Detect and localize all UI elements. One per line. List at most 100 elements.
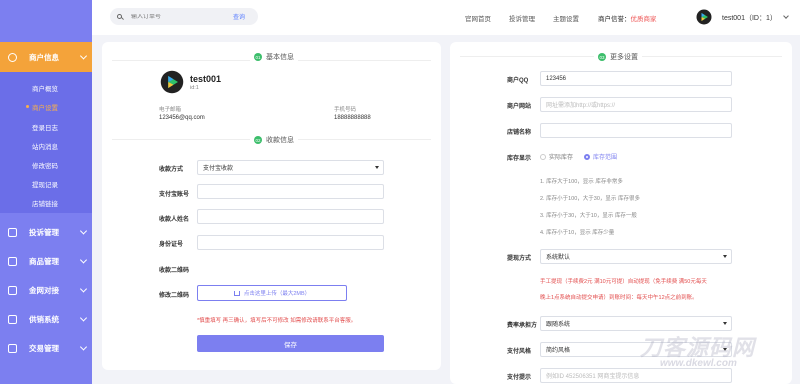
pay-style-value: 简约风格 <box>546 348 571 354</box>
section-title-payment: 02 收款信息 <box>250 135 298 145</box>
merchant-id: id:1 <box>190 85 199 91</box>
phone-label: 手机号码 <box>334 107 357 113</box>
merchant-name: test001 <box>190 74 222 84</box>
stock-rule-4: 4. 库存小于10，显示 库存少量 <box>540 230 615 236</box>
sidebar-section-merchant-info[interactable]: 商户信息 <box>0 42 92 72</box>
sidebar-item-login-log[interactable]: 登录日志 <box>32 122 58 132</box>
save-button[interactable]: 保存 <box>197 335 384 352</box>
modify-qr-label: 修改二维码 <box>159 293 190 299</box>
withdraw-label: 提现方式 <box>507 256 532 262</box>
sidebar: 商户信息 商户概览 商户设置 登录日志 站内消息 修改密码 提现记录 店铺链接 … <box>0 0 92 384</box>
caret-down-icon <box>723 322 727 325</box>
qq-label: 商户QQ <box>507 78 529 84</box>
nav-home[interactable]: 官网首页 <box>465 13 491 23</box>
order-search-input[interactable] <box>131 13 227 20</box>
sidebar-section-products[interactable]: 商品管理 <box>0 247 92 275</box>
network-icon <box>8 285 17 295</box>
withdraw-value: 系统默认 <box>546 255 571 261</box>
box-icon <box>8 256 17 266</box>
fee-bearer-select[interactable]: 跟随系统 <box>540 316 732 331</box>
sidebar-section-label: 交易管理 <box>29 343 59 353</box>
reputation-label: 商户信誉： <box>598 16 631 23</box>
pay-tip-placeholder: 例如ID 452506351 网商宝提示信息 <box>546 374 640 380</box>
shop-name-input[interactable] <box>540 123 732 138</box>
chevron-down-icon <box>79 285 88 293</box>
user-circle-icon <box>8 52 17 62</box>
section-title-more: 03 更多设置 <box>594 52 642 62</box>
payee-name-label: 收款人姓名 <box>159 217 190 223</box>
order-search: 查询 <box>110 8 258 25</box>
sidebar-section-distribution[interactable]: 供销系统 <box>0 305 92 333</box>
avatar[interactable] <box>696 9 712 25</box>
sidebar-section-label: 投诉管理 <box>29 227 59 237</box>
site-input[interactable]: 网址需添加http://或https:// <box>540 97 732 112</box>
sidebar-item-overview[interactable]: 商户概览 <box>32 83 58 93</box>
pay-tip-label: 支付提示 <box>507 375 532 381</box>
stock-rule-2: 2. 库存小于100，大于30，显示 库存很多 <box>540 196 640 202</box>
radio-label: 实际库存 <box>549 155 574 161</box>
chevron-up-icon <box>79 52 88 60</box>
payment-method-value: 支付宝收款 <box>203 166 234 172</box>
withdraw-select[interactable]: 系统默认 <box>540 249 732 264</box>
nav-complaints[interactable]: 投诉管理 <box>509 13 535 23</box>
sidebar-item-shop-link[interactable]: 店铺链接 <box>32 198 58 208</box>
idcard-input[interactable] <box>197 235 384 250</box>
sidebar-item-settings[interactable]: 商户设置 <box>32 102 58 112</box>
qq-value: 123456 <box>546 75 567 82</box>
merchant-reputation: 商户信誉：优质商家 <box>598 13 657 23</box>
receipt-icon <box>8 343 17 353</box>
pay-style-label: 支付风格 <box>507 349 532 355</box>
upload-text: 点击这里上传（最大2MB） <box>243 291 311 297</box>
search-button[interactable]: 查询 <box>233 12 245 21</box>
section-title-basic: 01 基本信息 <box>250 52 298 62</box>
stock-rule-3: 3. 库存小于30，大于10，显示 库存一般 <box>540 213 637 219</box>
section-title-text: 更多设置 <box>610 54 638 61</box>
payment-warning: *慎重填写 再三确认，填写后不可修改 如需修改请联系平台客服。 <box>197 318 357 324</box>
section-number: 02 <box>254 136 262 144</box>
sidebar-section-label: 金网对接 <box>29 285 59 295</box>
fee-bearer-label: 费率承担方 <box>507 323 538 329</box>
qr-label: 收款二维码 <box>159 268 190 274</box>
sitemap-icon <box>8 314 17 324</box>
reputation-value: 优质商家 <box>630 16 657 23</box>
pay-tip-input[interactable]: 例如ID 452506351 网商宝提示信息 <box>540 368 732 383</box>
chevron-down-icon <box>79 227 88 235</box>
qq-input[interactable]: 123456 <box>540 71 732 86</box>
withdraw-note-1: 手工提现（手续费2元 满10元可提）自动提现（免手续费 满50元每天 <box>540 279 707 285</box>
search-icon <box>117 14 122 19</box>
stock-radio-range[interactable]: 库存范围 <box>584 152 617 161</box>
payment-method-select[interactable]: 支付宝收款 <box>197 160 384 175</box>
sidebar-submenu: 商户概览 商户设置 登录日志 站内消息 修改密码 提现记录 店铺链接 <box>0 72 92 213</box>
qr-upload-button[interactable]: 点击这里上传（最大2MB） <box>197 285 347 301</box>
alipay-account-input[interactable] <box>197 184 384 199</box>
email-label: 电子邮箱 <box>159 107 182 113</box>
radio-circle <box>584 153 590 160</box>
upload-icon <box>233 290 240 296</box>
fee-bearer-value: 跟随系统 <box>546 322 571 328</box>
stock-display-label: 库存显示 <box>507 156 532 162</box>
section-number: 03 <box>598 53 606 61</box>
merchant-logo <box>160 70 184 94</box>
sidebar-section-complaints[interactable]: 投诉管理 <box>0 218 92 246</box>
sidebar-section-transactions[interactable]: 交易管理 <box>0 334 92 362</box>
basic-info-card: 01 基本信息 test001 id:1 电子邮箱 123456@qq.com … <box>102 42 441 370</box>
username[interactable]: test001（ID：1） <box>722 13 777 23</box>
section-title-text: 收款信息 <box>266 137 294 144</box>
chevron-down-icon[interactable] <box>783 13 789 19</box>
nav-theme[interactable]: 主题设置 <box>553 13 579 23</box>
sidebar-item-withdraw-log[interactable]: 提现记录 <box>32 179 58 189</box>
sidebar-section-label: 供销系统 <box>29 314 59 324</box>
caret-down-icon <box>723 255 727 258</box>
chevron-down-icon <box>79 343 88 351</box>
watermark-url: www.dkewl.com <box>660 358 737 369</box>
sidebar-item-password[interactable]: 修改密码 <box>32 160 58 170</box>
sidebar-section-label: 商品管理 <box>29 256 59 266</box>
section-number: 01 <box>254 53 262 61</box>
sidebar-section-integration[interactable]: 金网对接 <box>0 276 92 304</box>
method-label: 收款方式 <box>159 167 184 173</box>
sidebar-item-messages[interactable]: 站内消息 <box>32 141 58 151</box>
payee-name-input[interactable] <box>197 209 384 224</box>
chevron-down-icon <box>79 256 88 264</box>
stock-radio-actual[interactable]: 实际库存 <box>540 152 573 161</box>
phone-value: 18888888888 <box>334 115 371 121</box>
